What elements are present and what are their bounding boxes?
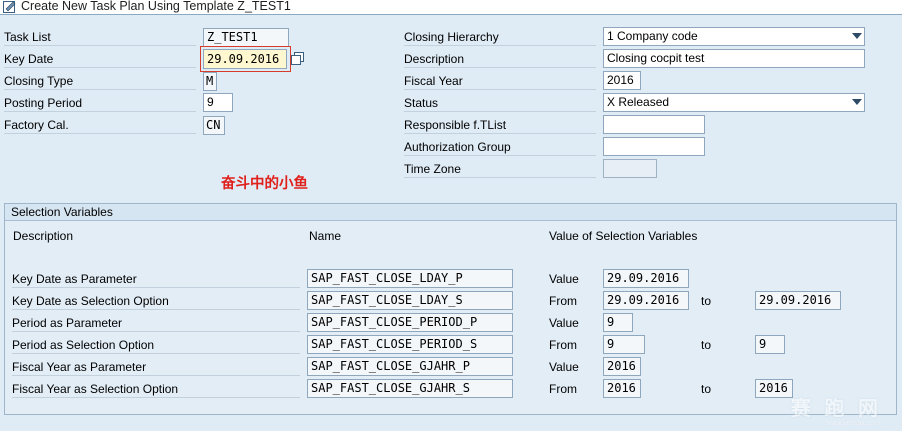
row-kind-label: From [549,382,577,396]
closing-type-label: Closing Type [4,72,196,90]
from-value-field: 29.09.2016 [603,269,689,288]
from-value-field: 9 [603,335,645,354]
to-value-field: 29.09.2016 [755,291,841,310]
status-value: X Released [607,95,670,109]
column-header-name: Name [309,229,342,243]
fiscal-year-input[interactable]: 2016 [603,71,641,90]
factory-cal-label: Factory Cal. [4,116,196,134]
from-value-field: 2016 [603,357,641,376]
row-kind-label: Value [549,272,579,286]
variable-name-field: SAP_FAST_CLOSE_LDAY_P [307,269,513,288]
variable-name-field: SAP_FAST_CLOSE_PERIOD_P [307,313,513,332]
task-list-label: Task List [4,28,196,46]
group-header: Selection Variables [5,204,896,221]
closing-hierarchy-value: 1 Company code [607,29,698,43]
row-kind-label: Value [549,360,579,374]
key-date-focus-frame [200,46,291,72]
description-label: Description [404,50,596,68]
variable-name-field: SAP_FAST_CLOSE_GJAHR_P [307,357,513,376]
authorization-group-input[interactable] [603,137,705,156]
status-label: Status [404,94,596,112]
closing-type-field: M [203,72,217,91]
from-value-field: 2016 [603,379,641,398]
to-value-field: 9 [755,335,785,354]
row-kind-label: From [549,294,577,308]
key-date-label: Key Date [4,50,196,68]
row-kind-label: Value [549,316,579,330]
create-document-icon [3,1,16,13]
corner-watermark-url: www.yimsax.com [826,420,880,427]
closing-hierarchy-label: Closing Hierarchy [404,28,596,46]
row-description: Fiscal Year as Parameter [12,358,300,376]
from-value-field: 29.09.2016 [603,291,689,310]
column-header-value: Value of Selection Variables [549,229,698,243]
to-value-field: 2016 [755,379,793,398]
group-title: Selection Variables [11,205,113,219]
variable-name-field: SAP_FAST_CLOSE_LDAY_S [307,291,513,310]
time-zone-label: Time Zone [404,160,596,178]
time-zone-field [603,159,657,178]
posting-period-label: Posting Period [4,94,196,112]
column-header-description: Description [13,229,74,243]
description-input[interactable]: Closing cocpit test [603,49,865,68]
author-watermark: 奋斗中的小鱼 [221,176,308,192]
calendar-help-icon[interactable] [291,52,305,66]
variable-name-field: SAP_FAST_CLOSE_GJAHR_S [307,379,513,398]
to-label: to [701,382,712,396]
status-dropdown[interactable]: X Released [603,93,865,112]
factory-cal-field: CN [203,116,225,135]
row-description: Key Date as Parameter [12,270,300,288]
row-description: Period as Selection Option [12,336,300,354]
row-description: Key Date as Selection Option [12,292,300,310]
row-description: Period as Parameter [12,314,300,332]
closing-hierarchy-dropdown[interactable]: 1 Company code [603,27,865,46]
variable-name-field: SAP_FAST_CLOSE_PERIOD_S [307,335,513,354]
chevron-down-icon[interactable] [852,33,862,39]
fiscal-year-label: Fiscal Year [404,72,596,90]
row-kind-label: From [549,338,577,352]
window-title: Create New Task Plan Using Template Z_TE… [21,0,291,13]
posting-period-input[interactable]: 9 [203,93,233,112]
to-label: to [701,294,712,308]
window-title-bar: Create New Task Plan Using Template Z_TE… [0,0,902,15]
row-description: Fiscal Year as Selection Option [12,380,300,398]
corner-watermark: 赛 跑 网 [790,398,882,420]
from-value-field: 9 [603,313,633,332]
responsible-label: Responsible f.TList [404,116,596,134]
to-label: to [701,338,712,352]
chevron-down-icon[interactable] [852,99,862,105]
task-list-field: Z_TEST1 [203,28,289,47]
responsible-input[interactable] [603,115,705,134]
authorization-group-label: Authorization Group [404,138,596,156]
